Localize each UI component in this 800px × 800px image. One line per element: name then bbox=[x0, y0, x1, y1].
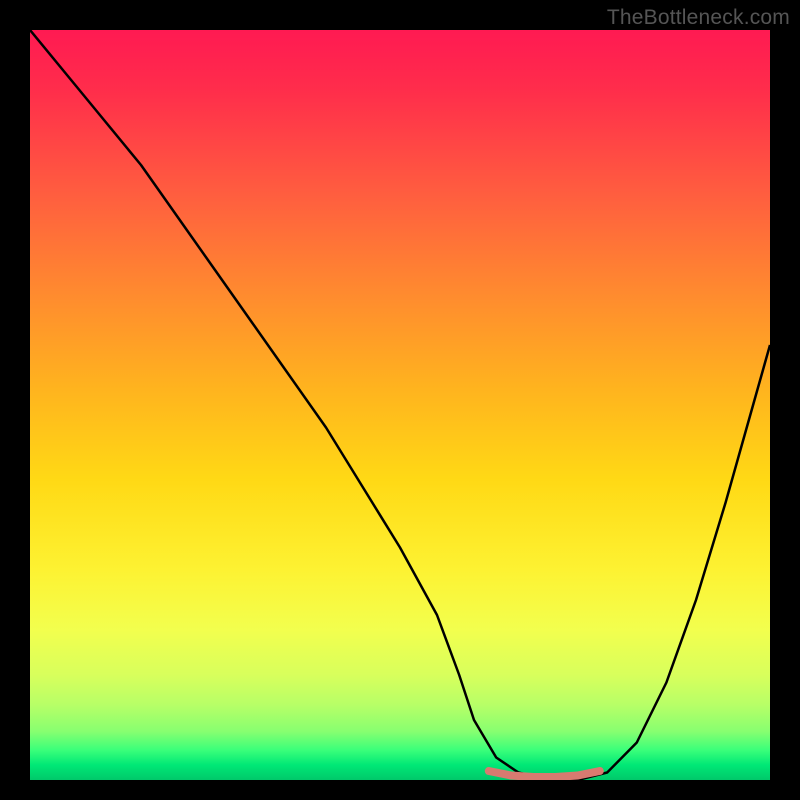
bottleneck-curve bbox=[30, 30, 770, 780]
plot-area bbox=[30, 30, 770, 780]
curve-layer bbox=[30, 30, 770, 780]
watermark-text: TheBottleneck.com bbox=[607, 6, 790, 30]
chart-frame: TheBottleneck.com bbox=[0, 0, 800, 800]
optimal-flat-segment bbox=[489, 771, 600, 777]
